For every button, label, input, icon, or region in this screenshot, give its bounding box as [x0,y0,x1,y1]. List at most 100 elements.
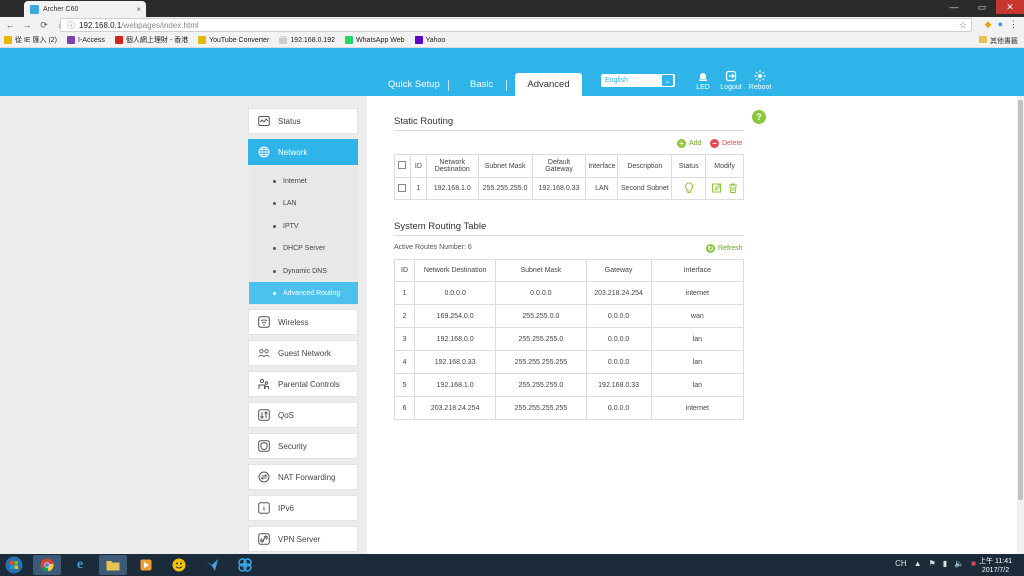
delete-button[interactable]: − Delete [710,139,742,148]
maximize-icon[interactable]: ▭ [968,0,996,14]
sidebar-item-network[interactable]: Network [248,139,358,165]
cell-id: 5 [393,373,416,397]
sidebar-item-nat-forwarding[interactable]: NAT Forwarding [248,464,358,490]
bookmark-item[interactable]: I-Access [67,36,105,44]
trash-icon[interactable] [728,183,738,193]
row-select-cell [394,177,411,200]
sidebar-item-ipv6[interactable]: 6 IPv6 [248,495,358,521]
table-row: 1 192.168.1.0 255.255.255.0 192.168.0.33… [394,177,744,200]
table-row: 5 192.168.1.0 255.255.255.0 192.168.0.33 lan [393,373,745,397]
submenu-item-lan[interactable]: LAN [249,192,358,214]
windows-logo-icon [5,556,23,574]
sidebar-item-guest-network[interactable]: Guest Network [248,340,358,366]
column-header: Description [617,154,673,178]
refresh-button[interactable]: ↻ Refresh [706,244,743,253]
windows-taskbar: e CH ▲ ⚑ ▮ 🔈 ■ 上午 11:41 2017/7/2 [0,554,1024,576]
sidebar-item-parental-controls[interactable]: Parental Controls [248,371,358,397]
start-button[interactable] [3,555,25,575]
sidebar-item-vpn-server[interactable]: VPN Server [248,526,358,552]
sidebar-item-label: VPN Server [278,534,321,544]
cell-interface: LAN [585,177,619,200]
browser-toolbar: ← → ⟳ ⌂ ⓘ 192.168.0.1/webpages/index.htm… [0,17,1024,33]
cell-id: 4 [393,350,416,374]
browser-menu-icon[interactable]: ⋮ [1009,19,1018,30]
language-select[interactable]: English ⌄ [601,74,675,87]
table-header-row: ID Network Destination Subnet Mask Defau… [394,154,744,178]
cell-destination: 192.168.0.33 [414,350,497,374]
select-all-checkbox[interactable] [398,161,407,169]
section-divider [394,235,744,236]
add-button[interactable]: + Add [677,139,701,148]
bookmark-item[interactable]: WhatsApp Web [345,36,405,44]
media-player-icon [140,559,152,571]
bookmark-star-icon[interactable]: ☆ [959,20,967,31]
logout-button[interactable]: Logout [716,70,746,91]
app-tray-icon[interactable]: ■ [971,559,976,568]
network-icon[interactable]: ▮ [943,559,947,568]
clock[interactable]: 上午 11:41 2017/7/2 [979,557,1012,575]
bookmark-label: WhatsApp Web [356,36,405,44]
tray-chevron-icon[interactable]: ▲ [914,559,922,568]
taskbar-media[interactable] [132,555,160,575]
sidebar-item-qos[interactable]: QoS [248,402,358,428]
submenu-item-dynamic-dns[interactable]: Dynamic DNS [249,260,358,282]
extension-icon[interactable]: ● [998,19,1003,30]
taskbar-chrome[interactable] [33,555,61,575]
reboot-button[interactable]: Reboot [745,70,775,91]
other-bookmarks[interactable]: 其他書籤 [979,36,1018,46]
row-checkbox[interactable] [398,183,407,192]
language-indicator[interactable]: CH [895,559,907,568]
bookmark-item[interactable]: Yahoo [414,36,445,44]
submenu-item-advanced-routing[interactable]: Advanced Routing [249,282,358,304]
tab-close-icon[interactable]: × [136,5,141,14]
back-icon[interactable]: ← [3,20,17,30]
extension-icon[interactable]: ◆ [985,19,992,30]
submenu-item-dhcp-server[interactable]: DHCP Server [249,237,358,259]
reload-icon[interactable]: ⟳ [37,20,51,31]
language-value: English [605,77,628,84]
wireless-icon [258,316,270,328]
column-header: Subnet Mask [477,154,533,178]
cell-gateway: 203.218.24.254 [585,281,652,305]
bookmark-item[interactable]: 個人網上理財 - 香港 [114,35,188,45]
info-icon[interactable]: ⓘ [67,20,75,31]
taskbar-app[interactable] [198,555,226,575]
minimize-icon[interactable]: — [940,0,968,14]
column-header: ID [409,154,427,178]
taskbar-explorer[interactable] [99,555,127,575]
tab-advanced[interactable]: Advanced [515,73,582,96]
submenu-item-internet[interactable]: Internet [249,170,358,192]
tab-quick-setup[interactable]: Quick Setup [388,79,440,90]
help-icon[interactable]: ? [752,110,766,124]
column-header: Interface [650,259,745,282]
taskbar-ie[interactable]: e [66,555,94,575]
tp-link-logo: TP-LINK [253,16,312,32]
scrollbar-thumb[interactable] [1018,100,1023,500]
tab-basic[interactable]: Basic [470,79,493,90]
folder-icon [106,561,120,571]
scrollbar[interactable] [1017,96,1024,554]
volume-icon[interactable]: 🔈 [954,559,964,568]
url-host: 192.168.0.1 [79,20,122,30]
bookmark-favicon-icon [67,36,76,44]
delete-label: Delete [722,140,743,147]
address-bar[interactable]: ⓘ 192.168.0.1/webpages/index.html ☆ [60,18,972,32]
taskbar-app[interactable] [165,555,193,575]
submenu-item-iptv[interactable]: IPTV [249,215,358,237]
system-tray: CH ▲ ⚑ ▮ 🔈 ■ [895,559,976,568]
delete-icon: − [710,139,719,148]
led-button[interactable]: LED [688,70,718,91]
add-icon: + [677,139,686,148]
sidebar-item-wireless[interactable]: Wireless [248,309,358,335]
flag-icon[interactable]: ⚑ [929,559,936,568]
forward-icon[interactable]: → [20,20,34,30]
sidebar-item-security[interactable]: Security [248,433,358,459]
bookmark-item[interactable]: 從 IE 匯入 (2) [4,35,57,45]
sidebar-item-status[interactable]: Status [248,108,358,134]
browser-tab[interactable]: Archer C60 × [24,1,146,17]
edit-icon[interactable] [711,182,722,193]
status-bulb-icon[interactable] [684,181,694,194]
column-header: ID [393,259,416,282]
taskbar-app[interactable] [231,555,259,575]
window-close-icon[interactable]: ✕ [996,0,1024,14]
